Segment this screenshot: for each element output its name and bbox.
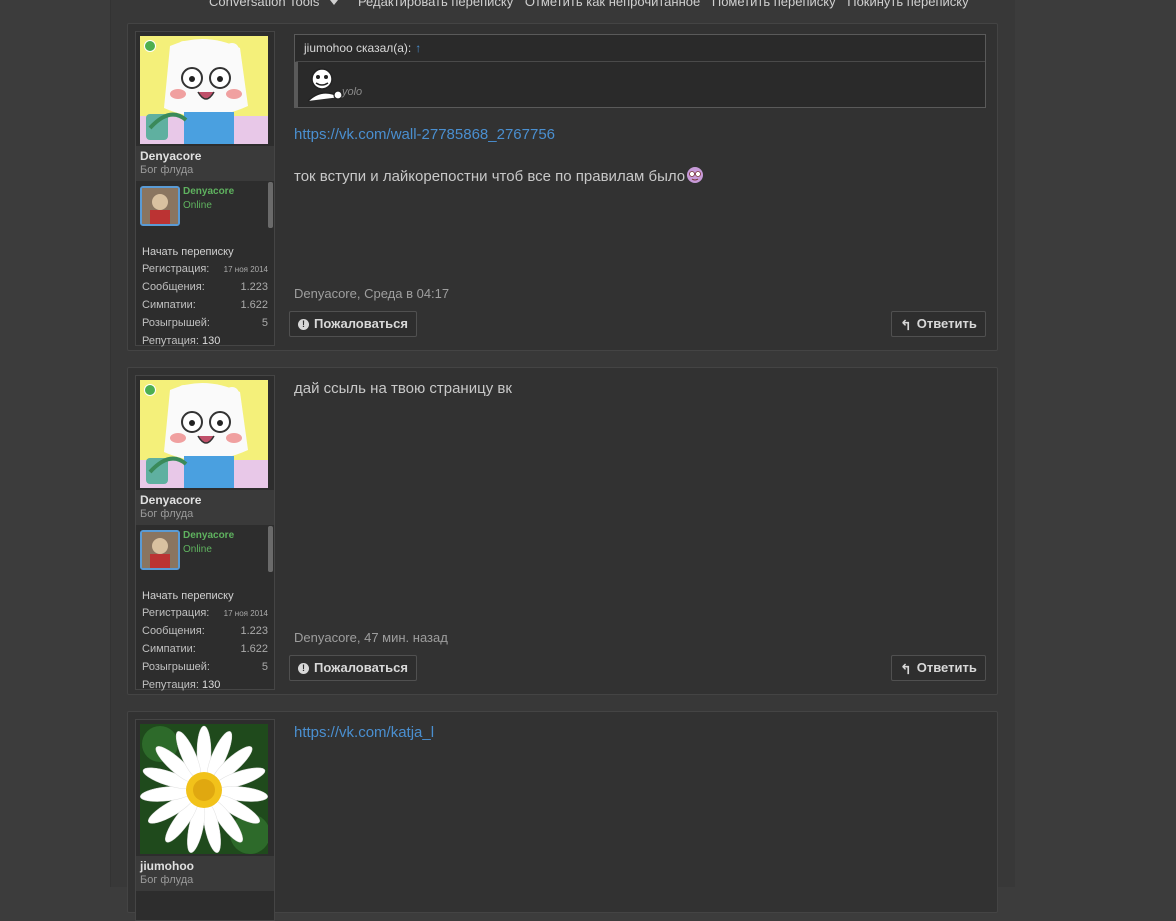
mini-username[interactable]: Denyacore	[183, 186, 234, 197]
online-status: Online	[183, 544, 212, 555]
user-mini-card: Denyacore Online	[136, 525, 274, 585]
quote-header: jiumohoo сказал(а): ↑	[295, 35, 985, 62]
scrollbar[interactable]	[268, 526, 273, 572]
start-conversation-link[interactable]: Начать переписку	[142, 587, 268, 604]
stat-row: Розыгрышей: 5	[142, 314, 268, 332]
stat-row: Розыгрышей: 5	[142, 658, 268, 676]
stat-value: 17 ноя 2014	[223, 608, 268, 618]
user-stats: Начать переписку Регистрация: 17 ноя 2014…	[136, 585, 274, 696]
username[interactable]: Denyacore	[140, 149, 270, 163]
username-block: jiumohoo Бог флуда	[136, 856, 274, 891]
online-indicator	[144, 384, 156, 396]
mini-username[interactable]: Denyacore	[183, 530, 234, 541]
stat-label: Розыгрышей:	[142, 661, 210, 673]
exclamation-circle-icon: !	[298, 663, 309, 675]
username-block: Denyacore Бог флуда	[136, 146, 274, 181]
stat-row: Симпатии: 1.622	[142, 640, 268, 658]
stat-value: 1.622	[240, 299, 268, 311]
stat-label: Регистрация:	[142, 607, 210, 619]
post-link[interactable]: https://vk.com/wall-27785868_2767756	[294, 126, 555, 143]
stat-value: 130	[201, 335, 221, 347]
caret-down-icon	[330, 0, 339, 6]
mark-unread-link[interactable]: Отметить как непрочитанное	[525, 0, 700, 9]
stat-label: Регистрация:	[142, 263, 210, 275]
message-post: jiumohoo Бог флуда https://vk.com/katja_…	[127, 711, 998, 921]
mini-avatar[interactable]	[140, 530, 180, 570]
post-message: дай ссыль на твою страницу вк	[294, 380, 512, 397]
reply-label: Ответить	[916, 316, 977, 331]
post-meta[interactable]: Denyacore, 47 мин. назад	[294, 630, 448, 645]
stat-label: Репутация:	[142, 679, 199, 691]
report-button[interactable]: ! Пожаловаться	[289, 655, 417, 681]
quote-block: jiumohoo сказал(а): ↑ yolo	[294, 34, 986, 108]
stat-row: Сообщения: 1.223	[142, 622, 268, 640]
message-post: Denyacore Бог флуда Denyacore Online Нач…	[127, 367, 998, 695]
user-stats: Начать переписку Регистрация: 17 ноя 2014…	[136, 241, 274, 352]
post-meta[interactable]: Denyacore, Среда в 04:17	[294, 286, 449, 301]
username-block: Denyacore Бог флуда	[136, 490, 274, 525]
user-panel: Denyacore Бог флуда Denyacore Online Нач…	[135, 31, 275, 347]
avatar[interactable]	[140, 380, 268, 488]
stat-label: Розыгрышей:	[142, 317, 210, 329]
mini-avatar[interactable]	[140, 186, 180, 226]
star-conversation-link[interactable]: Пометить переписку	[712, 0, 836, 9]
stat-label: Симпатии:	[142, 643, 196, 655]
quote-body: yolo	[295, 62, 985, 107]
post-message: ток вступи и лайкорепостни чтоб все по п…	[294, 166, 704, 185]
stat-label: Репутация:	[142, 335, 199, 347]
message-text: ток вступи и лайкорепостни чтоб все по п…	[294, 168, 686, 185]
exclamation-circle-icon: !	[298, 319, 309, 331]
start-conversation-link[interactable]: Начать переписку	[142, 243, 268, 260]
quote-text: yolo	[342, 86, 363, 98]
stat-value: 17 ноя 2014	[223, 264, 268, 274]
conversation-tools-menu[interactable]: Conversation Tools	[209, 0, 346, 9]
stat-row: Репутация: 130	[142, 332, 268, 350]
stat-row: Симпатии: 1.622	[142, 296, 268, 314]
stat-value[interactable]: 1.223	[240, 281, 268, 293]
leave-conversation-link[interactable]: Покинуть переписку	[847, 0, 968, 9]
user-title: Бог флуда	[140, 874, 194, 886]
reply-label: Ответить	[916, 660, 977, 675]
stat-value: 1.622	[240, 643, 268, 655]
reply-icon: ↰	[900, 660, 912, 677]
quote-jump-link[interactable]: ↑	[415, 41, 421, 55]
post-link[interactable]: https://vk.com/katja_l	[294, 724, 434, 741]
quote-author: jiumohoo сказал(а):	[304, 41, 412, 55]
stat-label: Сообщения:	[142, 281, 205, 293]
user-panel: jiumohoo Бог флуда	[135, 719, 275, 921]
reply-button[interactable]: ↰ Ответить	[891, 311, 986, 337]
stat-row: Регистрация: 17 ноя 2014	[142, 604, 268, 622]
stat-value: 130	[201, 679, 221, 691]
user-title: Бог флуда	[140, 164, 194, 176]
user-panel: Denyacore Бог флуда Denyacore Online Нач…	[135, 375, 275, 691]
report-button[interactable]: ! Пожаловаться	[289, 311, 417, 337]
stat-row: Сообщения: 1.223	[142, 278, 268, 296]
username[interactable]: jiumohoo	[140, 859, 270, 873]
meme-face-icon	[307, 68, 343, 102]
edit-conversation-link[interactable]: Редактировать переписку	[358, 0, 513, 9]
stat-value: 5	[261, 317, 268, 329]
scrollbar[interactable]	[268, 182, 273, 228]
stat-value: 5	[261, 661, 268, 673]
stat-row: Репутация: 130	[142, 676, 268, 694]
reply-button[interactable]: ↰ Ответить	[891, 655, 986, 681]
stat-value[interactable]: 1.223	[240, 625, 268, 637]
avatar[interactable]	[140, 724, 268, 854]
stat-label: Сообщения:	[142, 625, 205, 637]
stat-label: Симпатии:	[142, 299, 196, 311]
conversation-toolbar: Conversation Tools Редактировать перепис…	[209, 0, 977, 12]
user-mini-card: Denyacore Online	[136, 181, 274, 241]
reply-icon: ↰	[900, 316, 912, 333]
user-title: Бог флуда	[140, 508, 194, 520]
avatar[interactable]	[140, 36, 268, 144]
report-label: Пожаловаться	[314, 316, 408, 331]
stat-row: Регистрация: 17 ноя 2014	[142, 260, 268, 278]
message-post: Denyacore Бог флуда Denyacore Online Нач…	[127, 23, 998, 351]
online-status: Online	[183, 200, 212, 211]
username[interactable]: Denyacore	[140, 493, 270, 507]
report-label: Пожаловаться	[314, 660, 408, 675]
emoji-icon	[687, 167, 704, 183]
online-indicator	[144, 40, 156, 52]
